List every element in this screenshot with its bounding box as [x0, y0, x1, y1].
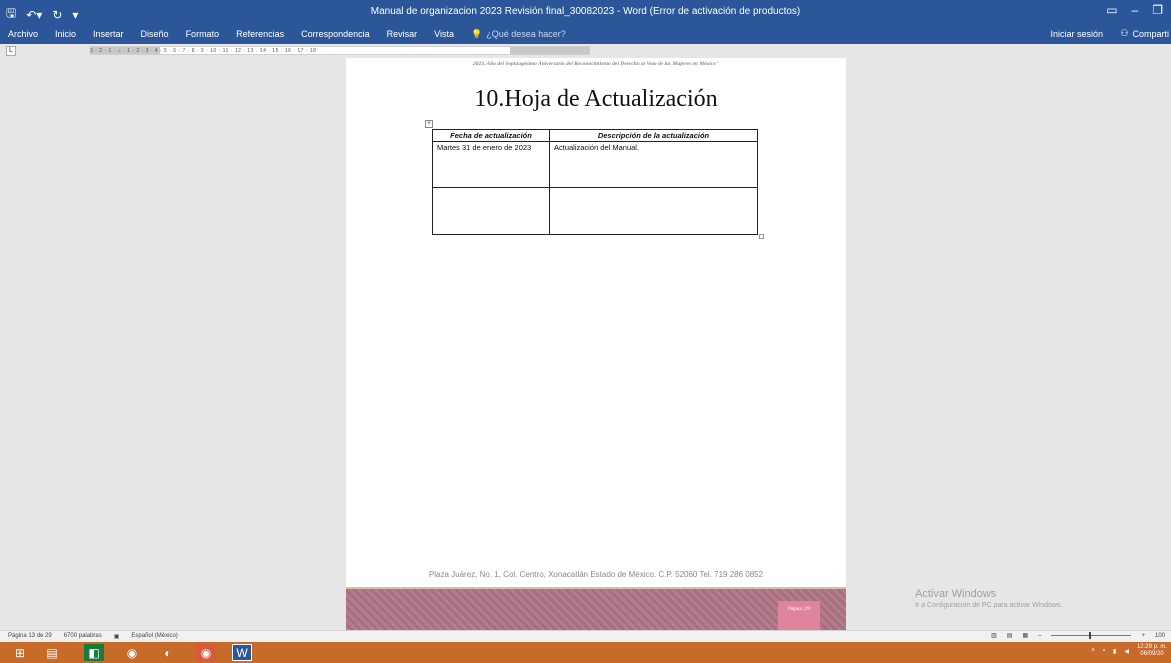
table-cell-description[interactable] — [549, 187, 758, 235]
zoom-out-button[interactable]: – — [1038, 633, 1041, 639]
table-cell-date[interactable] — [432, 187, 550, 235]
tab-correspondencia[interactable]: Correspondencia — [301, 29, 370, 40]
edge-icon[interactable]: ◐ — [158, 644, 178, 661]
word-count[interactable]: 6700 palabras — [64, 633, 102, 640]
page-number-badge: Página | 29 — [778, 601, 820, 632]
person-icon: ⚇ — [1120, 28, 1129, 38]
tell-me-placeholder: ¿Qué desea hacer? — [486, 29, 566, 39]
system-tray: ˄ ▪ ▮ ◀ 12:29 p. m. 06/09/20 — [1091, 644, 1167, 658]
signin-link[interactable]: Iniciar sesión — [1050, 29, 1103, 39]
page-header-text: 2023. Año del Septuagésimo Aniversario d… — [472, 61, 720, 67]
share-button[interactable]: ⚇ Comparti — [1120, 28, 1169, 39]
table-resize-handle[interactable] — [759, 234, 764, 239]
tab-vista[interactable]: Vista — [434, 29, 454, 40]
minimize-icon[interactable]: – — [1132, 3, 1139, 17]
activate-title: Activar Windows — [915, 588, 997, 600]
file-explorer-icon[interactable]: ▤ — [42, 644, 62, 661]
table-header-date: Fecha de actualización — [432, 129, 550, 142]
footer-address: Plaza Juárez, No. 1, Col. Centro, Xonaca… — [428, 570, 764, 579]
network-icon[interactable]: ▮ — [1113, 648, 1116, 655]
ruler-right-margin — [510, 47, 590, 54]
horizontal-ruler[interactable]: 3 · 2 · 1 · ⌂ · 1 · 2 · 3 · 4 · 5 · 6 · … — [90, 46, 590, 55]
windows-start-icon[interactable]: ⊞ — [10, 644, 30, 661]
volume-icon[interactable]: ◀ — [1124, 648, 1129, 655]
zoom-slider-thumb[interactable] — [1089, 632, 1092, 639]
print-layout-icon[interactable]: ▤ — [1007, 632, 1013, 639]
clock-time: 12:29 p. m. — [1136, 644, 1167, 650]
ruler-row: L 3 · 2 · 1 · ⌂ · 1 · 2 · 3 · 4 · 5 · 6 … — [0, 44, 1171, 58]
table-cell-date[interactable]: Martes 31 de enero de 2023 — [432, 141, 550, 188]
tab-revisar[interactable]: Revisar — [387, 29, 418, 40]
table-move-handle-icon[interactable]: + — [425, 120, 433, 128]
tell-me-box[interactable]: 💡 ¿Qué desea hacer? — [471, 29, 566, 40]
share-label: Comparti — [1132, 28, 1169, 39]
lightbulb-icon: 💡 — [471, 29, 483, 39]
page-count[interactable]: Página 13 de 29 — [8, 633, 52, 640]
activate-subtitle: Ir a Configuración de PC para activar Wi… — [915, 602, 1063, 609]
tab-insertar[interactable]: Insertar — [93, 29, 124, 40]
section-heading: 10.Hoja de Actualización — [474, 86, 718, 112]
window-title: Manual de organizacion 2023 Revisión fin… — [370, 6, 801, 17]
table-cell-description[interactable]: Actualización del Manual. — [549, 141, 758, 188]
tab-formato[interactable]: Formato — [186, 29, 220, 40]
ruler-scale: 3 · 2 · 1 · ⌂ · 1 · 2 · 3 · 4 · 5 · 6 · … — [90, 48, 317, 54]
proofing-icon[interactable]: ▣ — [114, 633, 120, 640]
table-header-description: Descripción de la actualización — [549, 129, 758, 142]
web-layout-icon[interactable]: ▦ — [1022, 632, 1028, 639]
title-bar: 🖫 ↶▾ ↻ ▾ Manual de organizacion 2023 Rev… — [0, 0, 1171, 24]
chrome-icon[interactable]: ◉ — [122, 644, 142, 661]
read-mode-icon[interactable]: ▥ — [991, 632, 997, 639]
language-indicator[interactable]: Español (México) — [131, 633, 177, 640]
tray-arrow-icon[interactable]: ˄ — [1091, 648, 1095, 654]
update-table[interactable]: Fecha de actualización Descripción de la… — [432, 129, 758, 235]
status-bar: Página 13 de 29 6700 palabras ▣ Español … — [0, 630, 1171, 642]
word-app-icon[interactable]: W — [232, 644, 252, 661]
tab-inicio[interactable]: Inicio — [55, 29, 76, 40]
chrome-profile-icon[interactable]: ◉ — [196, 644, 216, 661]
clock[interactable]: 12:29 p. m. 06/09/20 — [1137, 644, 1167, 658]
table-row: Martes 31 de enero de 2023 Actualización… — [432, 141, 758, 188]
clock-date: 06/09/20 — [1140, 651, 1164, 657]
zoom-in-button[interactable]: + — [1141, 633, 1145, 639]
tab-selector[interactable]: L — [6, 46, 16, 56]
table-header-row: Fecha de actualización Descripción de la… — [432, 129, 758, 142]
activate-windows-watermark: Activar Windows Ir a Configuración de PC… — [915, 588, 1062, 609]
ribbon-tab-bar: Archivo Inicio Insertar Diseño Formato R… — [0, 24, 1171, 44]
restore-icon[interactable]: ❐ — [1152, 3, 1163, 17]
taskbar: ⊞ ▤ ◧ ◉ ◐ ◉ W ˄ ▪ ▮ ◀ 12:29 p. m. 06/09/… — [0, 642, 1171, 663]
tab-archivo[interactable]: Archivo — [8, 29, 38, 40]
store-icon[interactable]: ◧ — [84, 644, 104, 661]
tab-diseno[interactable]: Diseño — [141, 29, 169, 40]
ribbon-tabs: Archivo Inicio Insertar Diseño Formato R… — [8, 29, 566, 40]
footer-band: Página | 29 — [346, 587, 846, 632]
table-row — [432, 187, 758, 235]
zoom-slider[interactable] — [1051, 632, 1132, 639]
window-controls: ▭ – ❐ — [1106, 3, 1163, 17]
tray-app-icon[interactable]: ▪ — [1103, 648, 1105, 654]
ribbon-display-options-icon[interactable]: ▭ — [1106, 3, 1117, 17]
tab-referencias[interactable]: Referencias — [236, 29, 284, 40]
document-page[interactable]: 2023. Año del Septuagésimo Aniversario d… — [346, 58, 846, 632]
zoom-level[interactable]: 100 — [1155, 633, 1165, 639]
